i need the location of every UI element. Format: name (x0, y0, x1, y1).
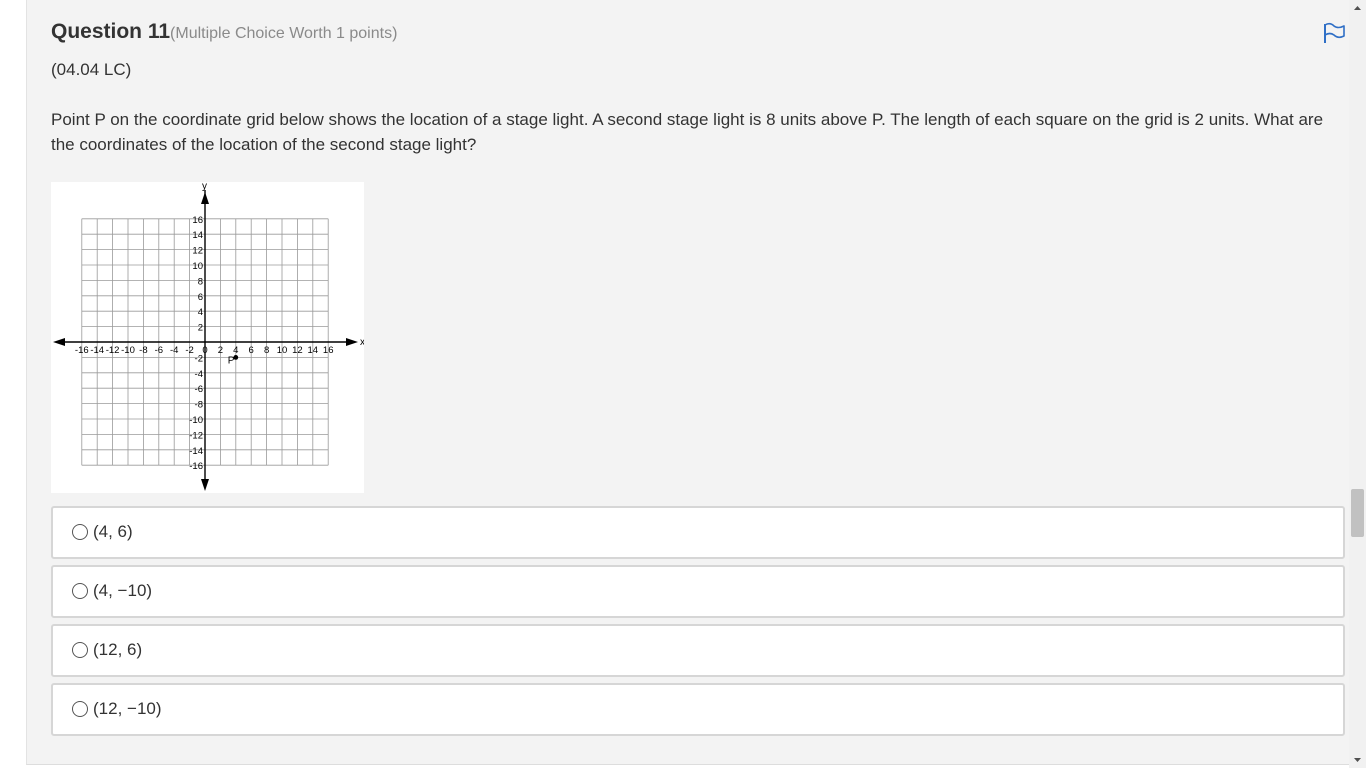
question-title: Question 11 (51, 20, 171, 43)
y-axis-arrow-down-icon (201, 479, 209, 491)
x-tick-label: 14 (308, 345, 319, 356)
y-tick-label: -14 (189, 446, 203, 457)
flag-icon[interactable] (1322, 22, 1346, 44)
choice-option-1[interactable]: (4, 6) (51, 506, 1345, 559)
x-tick-label: -12 (106, 345, 120, 356)
choice-label: (12, 6) (93, 640, 143, 659)
choice-option-2[interactable]: (4, −10) (51, 565, 1345, 618)
x-tick-label: -14 (90, 345, 104, 356)
question-meta: (Multiple Choice Worth 1 points) (170, 25, 398, 42)
y-tick-label: -12 (189, 430, 203, 441)
y-tick-label: -6 (195, 384, 203, 395)
y-tick-label: -16 (189, 461, 203, 472)
point-p-label: P (228, 355, 235, 366)
x-tick-label: 0 (202, 345, 207, 356)
x-tick-label: -10 (121, 345, 135, 356)
x-tick-label: 4 (233, 345, 238, 356)
x-tick-label: 12 (292, 345, 303, 356)
choice-option-4[interactable]: (12, −10) (51, 683, 1345, 736)
coordinate-grid: x y -16 -14 -12 -10 -8 -6 -4 -2 0 2 4 6 8 10 12 14 16 16 14 1… (51, 182, 364, 493)
y-tick-label: 12 (192, 246, 203, 257)
radio-button[interactable] (72, 701, 88, 717)
x-tick-label: -8 (139, 345, 147, 356)
x-tick-label: 10 (277, 345, 288, 356)
choice-label: (4, −10) (93, 581, 153, 600)
x-axis-arrow-right-icon (346, 338, 358, 346)
x-tick-label: 2 (218, 345, 223, 356)
x-tick-label: 16 (323, 345, 334, 356)
y-tick-label: 14 (192, 230, 203, 241)
coordinate-grid-svg: xy-16 -14 -12 -10 -8 -6 -4 -2 0 2 4 6 8 10 12 14 1616141… (53, 182, 364, 491)
y-axis-label: y (202, 182, 207, 192)
question-code: (04.04 LC) (51, 60, 132, 79)
radio-button[interactable] (72, 642, 88, 658)
vertical-scrollbar[interactable] (1349, 0, 1366, 768)
choice-label: (4, 6) (93, 522, 133, 541)
y-axis-arrow-up-icon (201, 192, 209, 204)
question-header: Question 11(Multiple Choice Worth 1 poin… (51, 20, 397, 50)
choice-label: (12, −10) (93, 699, 162, 718)
y-tick-label: -2 (195, 353, 203, 364)
y-tick-label: 2 (198, 323, 203, 334)
question-text: Point P on the coordinate grid below sho… (51, 110, 1324, 154)
x-tick-label: -16 (75, 345, 89, 356)
x-tick-label: 8 (264, 345, 269, 356)
x-tick-label: -2 (185, 345, 193, 356)
x-tick-label: 6 (249, 345, 254, 356)
x-axis-label: x (360, 337, 364, 348)
scrollbar-thumb[interactable] (1351, 489, 1364, 537)
y-tick-label: -10 (189, 415, 203, 426)
scroll-up-arrow-icon[interactable] (1349, 0, 1366, 17)
y-tick-label: 8 (198, 276, 203, 287)
y-tick-label: 4 (198, 307, 203, 318)
y-tick-label: -8 (195, 400, 203, 411)
radio-button[interactable] (72, 524, 88, 540)
x-tick-label: -6 (155, 345, 163, 356)
radio-button[interactable] (72, 583, 88, 599)
x-axis-arrow-left-icon (53, 338, 65, 346)
question-card: Question 11(Multiple Choice Worth 1 poin… (26, 0, 1349, 765)
y-tick-label: 10 (192, 261, 203, 272)
choice-option-3[interactable]: (12, 6) (51, 624, 1345, 677)
y-tick-label: 16 (192, 215, 203, 226)
y-tick-label: -4 (195, 369, 203, 380)
scroll-down-arrow-icon[interactable] (1349, 751, 1366, 768)
y-tick-label: 6 (198, 292, 203, 303)
page: Question 11(Multiple Choice Worth 1 poin… (0, 0, 1366, 768)
x-tick-label: -4 (170, 345, 178, 356)
